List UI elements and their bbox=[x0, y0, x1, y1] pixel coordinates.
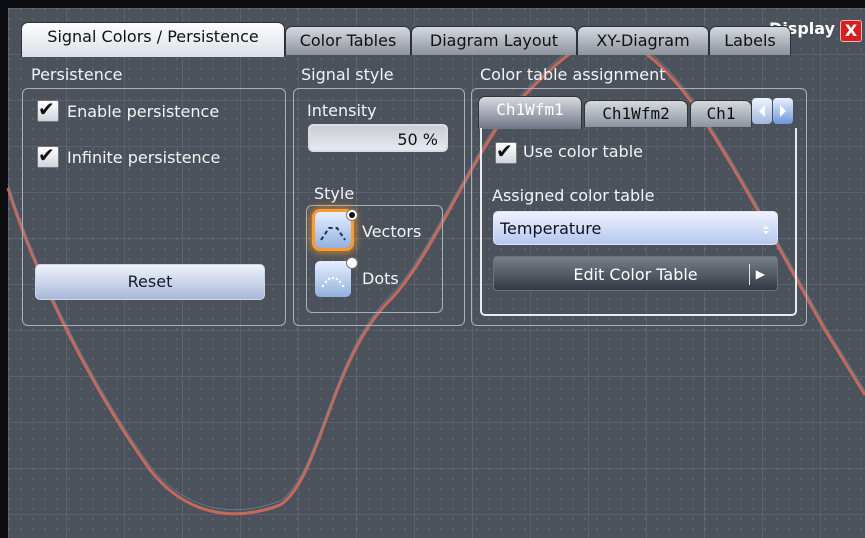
edit-color-table-button[interactable]: Edit Color Table ▶ bbox=[493, 256, 778, 291]
oscilloscope-screen: Display X Signal Colors / Persistence Co… bbox=[0, 0, 865, 538]
vectors-radio[interactable] bbox=[346, 209, 358, 221]
channel-tab-bar: Ch1Wfm1 Ch1Wfm2 Ch1 bbox=[478, 96, 798, 129]
vectors-label: Vectors bbox=[362, 222, 422, 241]
updown-caret-icon bbox=[763, 226, 769, 234]
intensity-field[interactable]: 50 % bbox=[308, 124, 448, 152]
tab-labels[interactable]: Labels bbox=[709, 26, 791, 55]
enable-persistence-label: Enable persistence bbox=[67, 102, 220, 121]
signal-style-group-title: Signal style bbox=[301, 65, 394, 84]
dots-label: Dots bbox=[362, 269, 399, 288]
subtab-ch1wfm2[interactable]: Ch1Wfm2 bbox=[584, 100, 688, 127]
chevron-right-icon bbox=[780, 105, 786, 117]
tab-color-tables[interactable]: Color Tables bbox=[285, 26, 411, 55]
assigned-color-table-value: Temperature bbox=[500, 219, 602, 238]
close-button[interactable]: X bbox=[840, 20, 862, 42]
scroll-right-button[interactable] bbox=[773, 98, 793, 124]
subtab-ch1[interactable]: Ch1 bbox=[690, 100, 752, 127]
infinite-persistence-label: Infinite persistence bbox=[67, 148, 221, 167]
close-icon: X bbox=[844, 21, 858, 40]
dots-style-button[interactable] bbox=[315, 261, 351, 297]
dots-radio[interactable] bbox=[346, 257, 358, 269]
enable-persistence-checkbox[interactable] bbox=[37, 98, 59, 122]
use-color-table-checkbox[interactable] bbox=[495, 140, 517, 164]
chevron-left-icon bbox=[759, 105, 765, 117]
play-arrow-icon: ▶ bbox=[755, 267, 765, 281]
infinite-persistence-checkbox[interactable] bbox=[37, 144, 59, 168]
tab-xy-diagram[interactable]: XY-Diagram bbox=[577, 26, 709, 55]
intensity-label: Intensity bbox=[307, 101, 377, 120]
color-table-group-title: Color table assignment bbox=[480, 65, 666, 84]
reset-button[interactable]: Reset bbox=[35, 264, 265, 300]
persistence-group-title: Persistence bbox=[31, 65, 123, 84]
style-label: Style bbox=[314, 184, 355, 203]
edit-color-table-label: Edit Color Table bbox=[573, 265, 698, 284]
tab-signal-colors-persistence[interactable]: Signal Colors / Persistence bbox=[21, 22, 285, 57]
dots-icon bbox=[321, 276, 345, 288]
use-color-table-label: Use color table bbox=[523, 142, 643, 161]
button-separator bbox=[749, 264, 750, 285]
scroll-left-button[interactable] bbox=[752, 98, 772, 124]
tab-diagram-layout[interactable]: Diagram Layout bbox=[411, 26, 577, 55]
assigned-color-table-label: Assigned color table bbox=[492, 186, 655, 205]
subtab-ch1wfm1[interactable]: Ch1Wfm1 bbox=[478, 96, 582, 129]
assigned-color-table-select[interactable]: Temperature bbox=[493, 211, 778, 245]
